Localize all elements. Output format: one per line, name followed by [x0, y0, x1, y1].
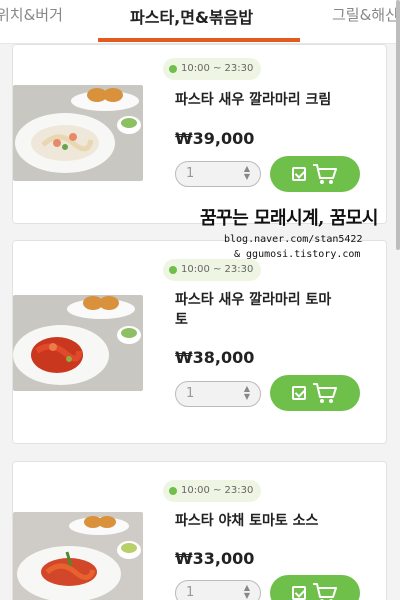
- quantity-value: 1: [186, 386, 195, 401]
- watermark-url-1: blog.naver.com/stan5422: [224, 234, 363, 245]
- quantity-value: 1: [186, 166, 195, 181]
- business-hours-badge: 10:00 ~ 23:30: [163, 480, 262, 502]
- status-dot-icon: [169, 65, 177, 73]
- chevron-updown-icon: ▲ ▼: [243, 583, 251, 600]
- menu-page: 위치&버거 파스타,면&볶음밥 그릴&해산 10:00 ~ 23:30 파스타 …: [0, 0, 400, 600]
- product-name: 파스타 야채 토마토 소스: [175, 513, 319, 529]
- hours-text: 10:00 ~ 23:30: [181, 264, 254, 275]
- product-card: 10:00 ~ 23:30 파스타 새우 깔라마리 크림 ₩39,000 1 ▲…: [12, 44, 387, 224]
- business-hours-badge: 10:00 ~ 23:30: [163, 259, 262, 281]
- hours-text: 10:00 ~ 23:30: [181, 485, 254, 496]
- add-to-cart-button[interactable]: [270, 375, 360, 411]
- cart-icon: [313, 583, 337, 600]
- product-image: [13, 512, 143, 600]
- blog-watermark: 꿈꾸는 모래시계, 꿈모시 blog.naver.com/stan5422 & …: [200, 204, 400, 260]
- business-hours-badge: 10:00 ~ 23:30: [163, 58, 262, 80]
- product-name: 파스타 새우 깔라마리 토마토: [175, 292, 332, 328]
- check-icon: [292, 386, 306, 400]
- cart-icon: [313, 383, 337, 403]
- hours-text: 10:00 ~ 23:30: [181, 63, 254, 74]
- product-image: [13, 85, 143, 181]
- product-price: ₩33,000: [175, 549, 255, 568]
- tab-burger[interactable]: 위치&버거: [0, 4, 63, 25]
- cart-icon: [313, 164, 337, 184]
- status-dot-icon: [169, 487, 177, 495]
- status-dot-icon: [169, 266, 177, 274]
- chevron-updown-icon: ▲ ▼: [243, 164, 251, 181]
- check-icon: [292, 167, 306, 181]
- product-card: 10:00 ~ 23:30 파스타 야채 토마토 소스 ₩33,000 1 ▲ ▼: [12, 461, 387, 600]
- watermark-url-2: & ggumosi.tistory.com: [234, 249, 361, 260]
- quantity-select[interactable]: 1 ▲ ▼: [175, 580, 261, 600]
- add-to-cart-button[interactable]: [270, 575, 360, 600]
- quantity-value: 1: [186, 585, 195, 600]
- watermark-title: 꿈꾸는 모래시계, 꿈모시: [200, 208, 378, 229]
- tab-pasta[interactable]: 파스타,면&볶음밥: [130, 4, 253, 28]
- chevron-updown-icon: ▲ ▼: [243, 384, 251, 401]
- product-card: 10:00 ~ 23:30 파스타 새우 깔라마리 토마토 ₩38,000 1 …: [12, 240, 387, 444]
- product-price: ₩39,000: [175, 129, 255, 148]
- add-to-cart-button[interactable]: [270, 156, 360, 192]
- quantity-select[interactable]: 1 ▲ ▼: [175, 381, 261, 407]
- product-image: [13, 295, 143, 391]
- check-icon: [292, 586, 306, 600]
- active-tab-indicator: [98, 38, 300, 42]
- tab-grill[interactable]: 그릴&해산: [332, 4, 399, 25]
- product-price: ₩38,000: [175, 348, 255, 367]
- product-name: 파스타 새우 깔라마리 크림: [175, 92, 332, 108]
- category-tabs: 위치&버거 파스타,면&볶음밥 그릴&해산: [0, 0, 400, 44]
- quantity-select[interactable]: 1 ▲ ▼: [175, 161, 261, 187]
